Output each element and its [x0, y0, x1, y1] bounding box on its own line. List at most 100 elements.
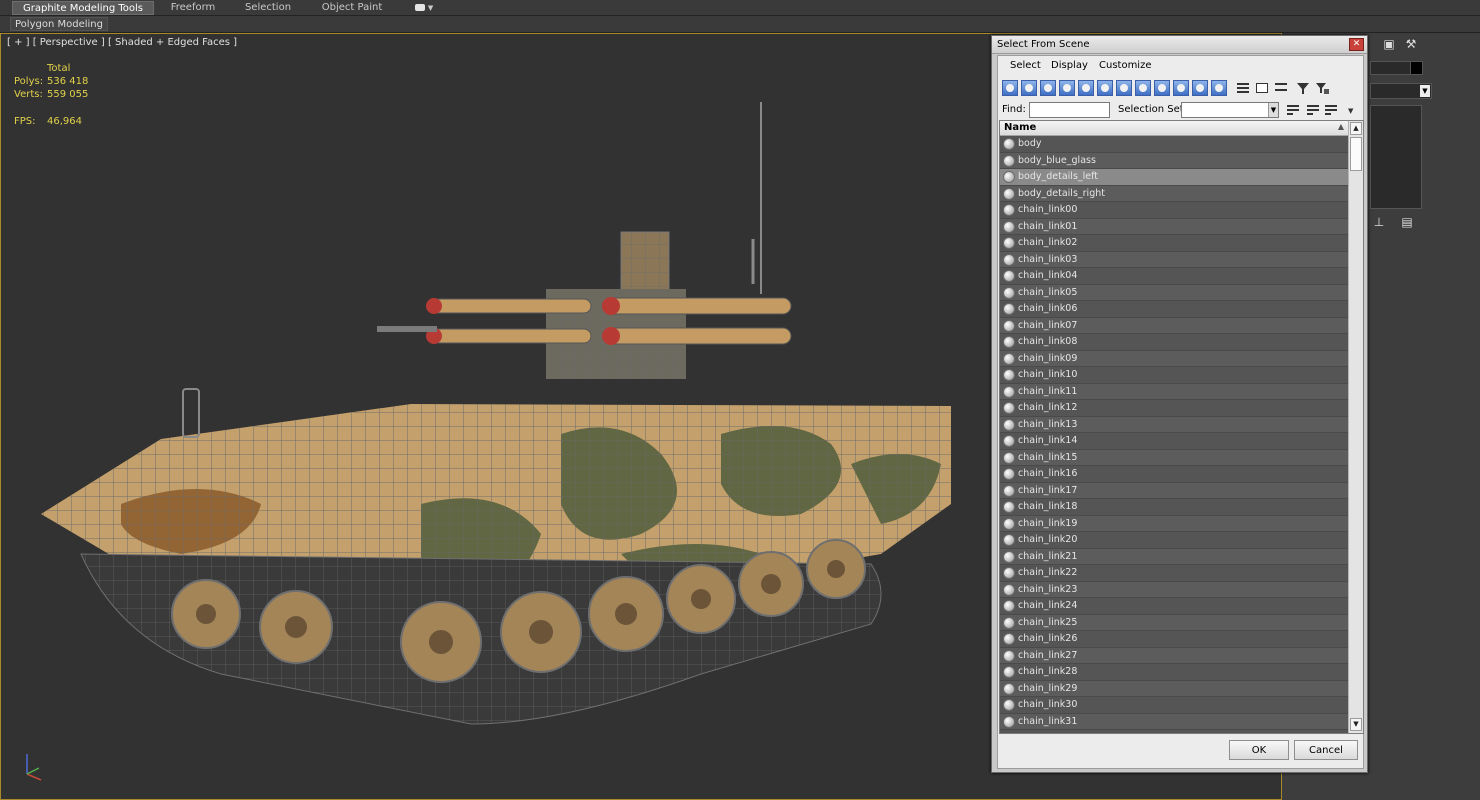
tab-freeform[interactable]: Freeform	[160, 1, 226, 15]
list-item[interactable]: chain_link29	[1000, 680, 1348, 697]
geometry-object-icon	[1003, 550, 1015, 563]
filter-space-warps-icon[interactable]	[1097, 80, 1113, 96]
list-item[interactable]: chain_link08	[1000, 334, 1348, 351]
list-item[interactable]: chain_link02	[1000, 235, 1348, 252]
filter-funnel-icon[interactable]	[1296, 81, 1310, 95]
select-none-icon[interactable]	[1255, 81, 1269, 95]
list-item[interactable]: chain_link14	[1000, 433, 1348, 450]
geometry-object-icon	[1003, 567, 1015, 579]
list-item-label: chain_link16	[1018, 468, 1078, 479]
list-item[interactable]: chain_link12	[1000, 400, 1348, 417]
list-item[interactable]: chain_link18	[1000, 499, 1348, 516]
column-header-name[interactable]: Name ▲	[1000, 121, 1348, 136]
polygon-modeling-panel-button[interactable]: Polygon Modeling	[10, 17, 108, 31]
chevron-down-icon: ▼	[1268, 103, 1278, 117]
list-item[interactable]: chain_link10	[1000, 367, 1348, 384]
filter-lights-icon[interactable]	[1040, 80, 1056, 96]
list-item-label: body	[1018, 138, 1042, 149]
list-item[interactable]: chain_link03	[1000, 251, 1348, 268]
geometry-object-icon	[1003, 237, 1015, 249]
select-invert-icon[interactable]	[1274, 81, 1288, 95]
filter-helpers-icon[interactable]	[1078, 80, 1094, 96]
list-item[interactable]: chain_link09	[1000, 350, 1348, 367]
dialog-title-bar[interactable]: Select From Scene ✕	[992, 36, 1367, 54]
list-item[interactable]: chain_link22	[1000, 565, 1348, 582]
create-selection-set-icon[interactable]	[1286, 103, 1300, 117]
list-item[interactable]: chain_link07	[1000, 317, 1348, 334]
list-item[interactable]: chain_link19	[1000, 515, 1348, 532]
list-item[interactable]: chain_link28	[1000, 664, 1348, 681]
list-item[interactable]: chain_link24	[1000, 598, 1348, 615]
find-input[interactable]	[1029, 102, 1110, 118]
chevron-down-icon[interactable]: ▼	[1348, 107, 1353, 115]
filter-cameras-icon[interactable]	[1059, 80, 1075, 96]
configure-sets-icon[interactable]: ▤	[1398, 213, 1416, 231]
list-item[interactable]: chain_link16	[1000, 466, 1348, 483]
list-item[interactable]: chain_link15	[1000, 449, 1348, 466]
list-item[interactable]: body_details_left	[1000, 169, 1348, 186]
object-color-swatch[interactable]	[1410, 61, 1423, 75]
list-item[interactable]: chain_link11	[1000, 383, 1348, 400]
menu-customize[interactable]: Customize	[1099, 60, 1152, 71]
list-item[interactable]: chain_link04	[1000, 268, 1348, 285]
filter-xrefs-icon[interactable]	[1135, 80, 1151, 96]
filter-options-icon[interactable]	[1315, 81, 1329, 95]
tab-graphite-modeling-tools[interactable]: Graphite Modeling Tools	[12, 1, 154, 15]
cancel-button[interactable]: Cancel	[1294, 740, 1358, 760]
selection-set-label: Selection Set:	[1118, 104, 1188, 115]
filter-containers-icon[interactable]	[1173, 80, 1189, 96]
scroll-down-icon[interactable]: ▼	[1350, 718, 1362, 731]
filter-bones-icon[interactable]	[1154, 80, 1170, 96]
geometry-object-icon	[1003, 187, 1015, 200]
list-item[interactable]: chain_link01	[1000, 218, 1348, 235]
list-item[interactable]: chain_link27	[1000, 647, 1348, 664]
filter-hidden-icon[interactable]	[1211, 80, 1227, 96]
geometry-object-icon	[1003, 600, 1015, 612]
list-item[interactable]: chain_link30	[1000, 697, 1348, 714]
ribbon-options-dropdown[interactable]: ▼	[412, 1, 436, 15]
list-item[interactable]: chain_link21	[1000, 548, 1348, 565]
scrollbar-thumb[interactable]	[1350, 137, 1362, 171]
list-item[interactable]: chain_link00	[1000, 202, 1348, 219]
add-to-selection-set-icon[interactable]	[1306, 103, 1320, 117]
ok-button[interactable]: OK	[1229, 740, 1289, 760]
utilities-hammer-icon[interactable]: ⚒	[1402, 35, 1420, 53]
close-icon[interactable]: ✕	[1349, 38, 1364, 51]
modifier-list-dropdown[interactable]: ▼	[1370, 83, 1432, 99]
remove-from-selection-set-icon[interactable]	[1324, 103, 1338, 117]
list-item[interactable]: chain_link13	[1000, 416, 1348, 433]
list-item[interactable]: chain_link23	[1000, 581, 1348, 598]
pin-stack-icon[interactable]: ⊥	[1370, 213, 1388, 231]
selection-set-dropdown[interactable]: ▼	[1181, 102, 1279, 118]
filter-groups-icon[interactable]	[1116, 80, 1132, 96]
tab-object-paint[interactable]: Object Paint	[314, 1, 390, 15]
list-item[interactable]: body_details_right	[1000, 185, 1348, 202]
tab-selection[interactable]: Selection	[236, 1, 300, 15]
list-scrollbar[interactable]: ▲ ▼	[1348, 121, 1363, 733]
display-icon[interactable]: ▣	[1380, 35, 1398, 53]
modifier-stack[interactable]	[1370, 105, 1422, 209]
list-item[interactable]: chain_link06	[1000, 301, 1348, 318]
geometry-object-icon	[1003, 468, 1015, 480]
menu-display[interactable]: Display	[1051, 60, 1088, 71]
list-item-label: chain_link11	[1018, 385, 1078, 397]
geometry-object-icon	[1003, 154, 1015, 167]
select-all-icon[interactable]	[1236, 81, 1250, 95]
list-item[interactable]: body	[1000, 136, 1348, 153]
list-item[interactable]: chain_link31	[1000, 713, 1348, 730]
list-item[interactable]: chain_link17	[1000, 482, 1348, 499]
filter-geometry-icon[interactable]	[1002, 80, 1018, 96]
geometry-object-icon	[1003, 253, 1015, 266]
list-item[interactable]: chain_link25	[1000, 614, 1348, 631]
ribbon-panel: Polygon Modeling	[0, 16, 1480, 33]
filter-frozen-icon[interactable]	[1192, 80, 1208, 96]
list-item-label: chain_link19	[1018, 517, 1078, 529]
scroll-up-icon[interactable]: ▲	[1350, 122, 1362, 135]
axis-gizmo-icon	[26, 754, 42, 781]
menu-select[interactable]: Select	[1010, 60, 1041, 71]
list-item[interactable]: chain_link26	[1000, 631, 1348, 648]
list-item[interactable]: chain_link05	[1000, 284, 1348, 301]
list-item[interactable]: chain_link20	[1000, 532, 1348, 549]
list-item[interactable]: body_blue_glass	[1000, 152, 1348, 169]
filter-shapes-icon[interactable]	[1021, 80, 1037, 96]
